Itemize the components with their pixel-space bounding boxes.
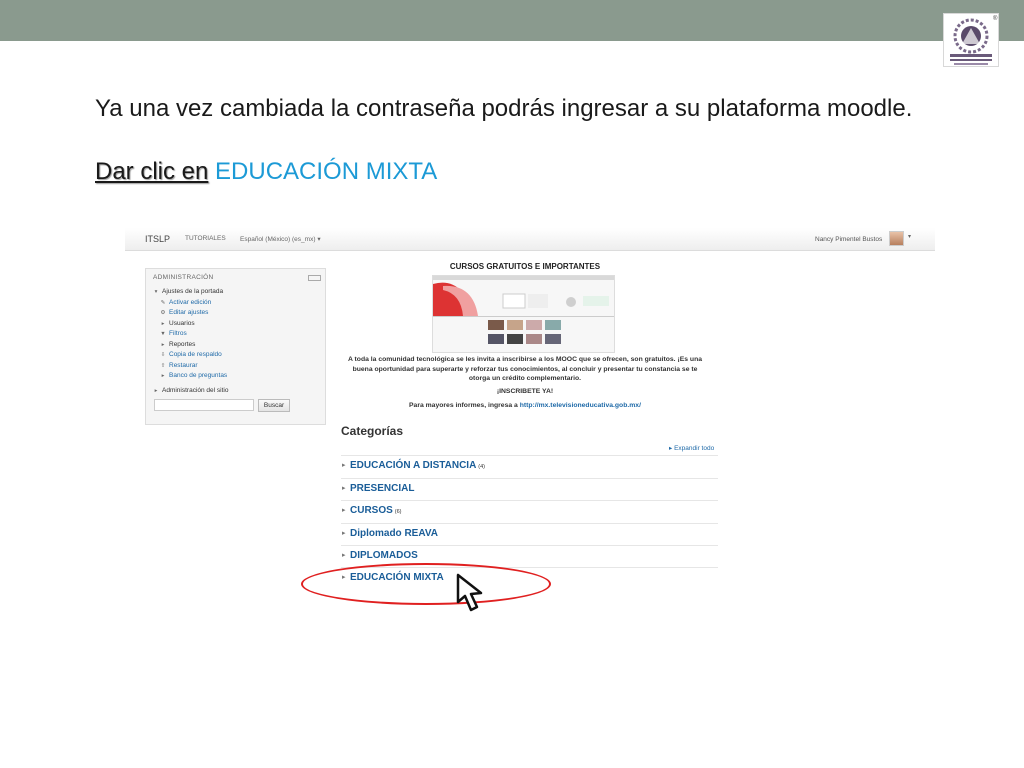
category-label[interactable]: DIPLOMADOS	[350, 550, 418, 561]
admin-site-label: Administración del sitio	[162, 387, 229, 394]
chevron-down-icon[interactable]: ▾	[908, 233, 911, 240]
category-item-presencial[interactable]: ▸ PRESENCIAL	[341, 478, 718, 500]
chevron-right-icon: ▸	[342, 485, 346, 492]
admin-item-filtros[interactable]: ▼ Filtros	[160, 330, 187, 337]
admin-item-editar-ajustes[interactable]: ⚙ Editar ajustes	[160, 309, 209, 316]
admin-site-administration[interactable]: ▸ Administración del sitio	[153, 387, 229, 394]
category-label[interactable]: PRESENCIAL	[350, 483, 414, 494]
chevron-right-icon: ▸	[342, 507, 346, 514]
promo-title: CURSOS GRATUITOS E IMPORTANTES	[449, 262, 601, 271]
category-item-cursos[interactable]: ▸ CURSOS (6)	[341, 500, 718, 522]
chevron-right-icon: ▸	[161, 373, 165, 379]
registered-mark: ®	[993, 16, 998, 22]
promo-info-prefix: Para mayores informes, ingresa a	[409, 402, 518, 409]
restore-icon: ⇧	[160, 362, 166, 369]
category-label[interactable]: Diplomado REAVA	[350, 528, 438, 539]
gear-icon: ⚙	[160, 310, 166, 316]
admin-item-reportes[interactable]: ▸ Reportes	[160, 340, 196, 348]
admin-item-label: Copia de respaldo	[169, 351, 222, 358]
user-menu-name[interactable]: Nancy Pimentel Bustos	[815, 236, 882, 243]
categories-heading: Categorías	[341, 424, 404, 438]
category-count: (4)	[478, 464, 486, 470]
admin-item-banco-preguntas[interactable]: ▸ Banco de preguntas	[160, 372, 228, 379]
admin-search-button[interactable]: Buscar	[258, 399, 290, 412]
administration-block: ADMINISTRACIÓN ▾ Ajustes de la portada ✎ A…	[145, 268, 326, 425]
category-item-diplomado-reava[interactable]: ▸ Diplomado REAVA	[341, 523, 718, 545]
slide-cta-prefix: Dar clic en	[95, 158, 209, 185]
avatar[interactable]	[889, 231, 904, 246]
admin-item-restaurar[interactable]: ⇧ Restaurar	[160, 362, 198, 369]
promo-mooc-image[interactable]	[432, 275, 615, 353]
admin-item-activar-edicion[interactable]: ✎ Activar edición	[160, 298, 212, 306]
moodle-screenshot: ITSLP TUTORIALES Español (México) (es_mx…	[125, 228, 935, 628]
admin-section-frontpage[interactable]: ▾ Ajustes de la portada	[153, 288, 223, 295]
slide-cta-highlight: EDUCACIÓN MIXTA	[215, 158, 438, 185]
slide-cta: Dar clic en EDUCACIÓN MIXTA	[95, 158, 437, 186]
promo-info: Para mayores informes, ingresa a http://…	[347, 402, 703, 409]
nav-tutoriales-link[interactable]: TUTORIALES	[185, 235, 226, 242]
promo-body-text: A toda la comunidad tecnológica se les i…	[347, 356, 703, 382]
promo-info-link[interactable]: http://mx.televisioneducativa.gob.mx/	[520, 402, 641, 409]
admin-item-copia-respaldo[interactable]: ⇩ Copia de respaldo	[160, 351, 222, 358]
admin-item-usuarios[interactable]: ▸ Usuarios	[160, 320, 195, 327]
pencil-icon: ✎	[160, 299, 166, 306]
backup-icon: ⇩	[160, 352, 166, 358]
admin-item-label: Restaurar	[169, 361, 198, 369]
chevron-right-icon: ▸	[161, 341, 165, 348]
slide-instruction: Ya una vez cambiada la contraseña podrás…	[95, 95, 913, 122]
chevron-right-icon: ▸	[342, 462, 346, 469]
promo-cta: ¡INSCRIBETE YA!	[496, 388, 554, 395]
language-menu[interactable]: Español (México) (es_mx) ▾	[240, 235, 321, 243]
admin-item-label: Editar ajustes	[169, 309, 209, 316]
admin-item-label: Banco de preguntas	[169, 372, 228, 379]
expand-all-link[interactable]: ▸ Expandir todo	[669, 444, 714, 452]
institution-seal-icon	[943, 13, 999, 67]
chevron-down-icon: ▾	[154, 289, 158, 295]
category-label[interactable]: CURSOS (6)	[350, 505, 402, 516]
admin-item-label: Activar edición	[169, 298, 212, 306]
chevron-down-icon: ▾	[317, 236, 321, 243]
block-controls-icon[interactable]	[308, 275, 321, 281]
mouse-pointer-icon	[456, 573, 483, 612]
chevron-right-icon: ▸	[154, 388, 158, 394]
chevron-right-icon: ▸	[342, 530, 346, 537]
category-item-educacion-distancia[interactable]: ▸ EDUCACIÓN A DISTANCIA (4)	[341, 455, 718, 477]
language-menu-label: Español (México) (es_mx)	[240, 236, 316, 243]
admin-section-label: Ajustes de la portada	[162, 288, 224, 295]
admin-item-label: Filtros	[169, 330, 187, 337]
moodle-brand-link[interactable]: ITSLP	[145, 234, 170, 244]
category-count: (6)	[394, 509, 402, 515]
category-label[interactable]: EDUCACIÓN A DISTANCIA (4)	[350, 460, 485, 471]
filter-icon: ▼	[160, 331, 166, 337]
moodle-navbar: ITSLP TUTORIALES Español (México) (es_mx…	[125, 228, 935, 251]
slide-top-bar	[0, 0, 1024, 41]
admin-item-label: Usuarios	[169, 319, 195, 327]
admin-item-label: Reportes	[169, 340, 196, 348]
expand-all-label: Expandir todo	[674, 445, 715, 452]
highlight-ellipse	[301, 563, 551, 605]
chevron-right-icon: ▸	[342, 552, 346, 559]
admin-block-title: ADMINISTRACIÓN	[153, 274, 214, 281]
admin-search-input[interactable]	[154, 399, 254, 411]
chevron-right-icon: ▸	[161, 320, 165, 327]
